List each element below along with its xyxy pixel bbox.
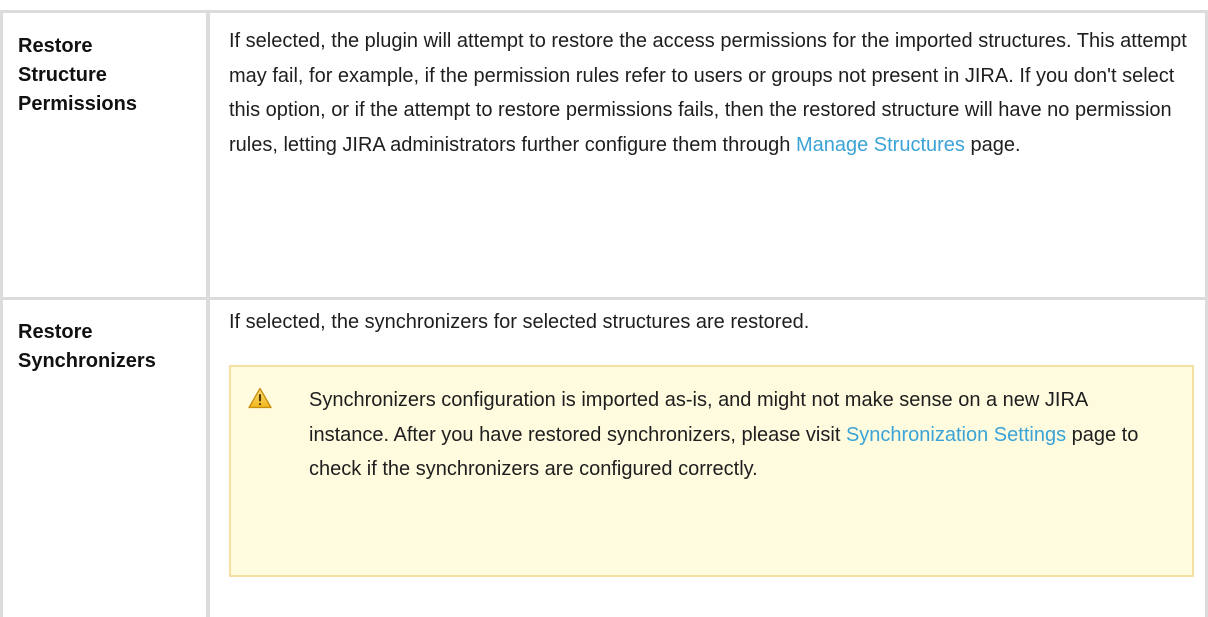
row-description-restore-synchronizers: If selected, the synchronizers for selec…: [229, 311, 810, 333]
label-line: Structure: [18, 64, 107, 86]
synchronization-settings-link[interactable]: Synchronization Settings: [846, 424, 1066, 446]
table-left-border: [0, 10, 3, 617]
warning-icon: [248, 387, 272, 409]
label-line: Synchronizers: [18, 350, 156, 372]
column-divider: [206, 10, 210, 617]
options-table: Restore Structure Permissions If selecte…: [0, 0, 1208, 617]
label-line: Permissions: [18, 93, 137, 115]
warning-message: Synchronizers configuration is imported …: [309, 383, 1169, 487]
table-top-border: [0, 10, 1208, 13]
row-label-restore-structure-permissions: Restore Structure Permissions: [18, 32, 198, 119]
label-line: Restore: [18, 321, 93, 343]
row-divider: [0, 297, 1208, 300]
row-label-restore-synchronizers: Restore Synchronizers: [18, 318, 204, 376]
description-text-end: page.: [964, 133, 1021, 156]
row-description-restore-structure-permissions: If selected, the plugin will attempt to …: [229, 24, 1191, 162]
manage-structures-link[interactable]: Manage Structures: [796, 134, 965, 156]
label-line: Restore: [18, 35, 93, 57]
description-text: If selected, the plugin will attempt to …: [229, 30, 1187, 156]
